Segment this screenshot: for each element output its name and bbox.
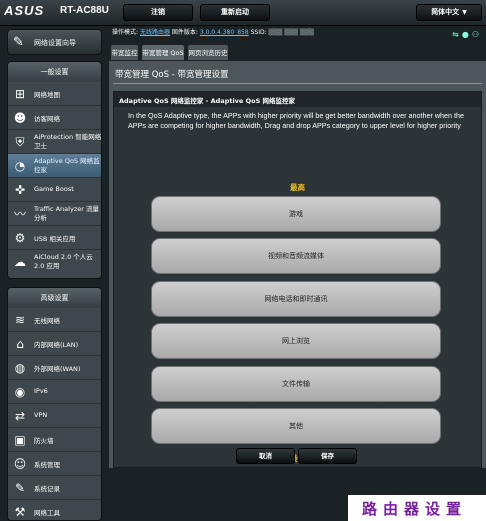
lock-icon[interactable]: ● [462,30,472,39]
cloud-icon: ☁ [14,255,26,269]
priority-item-gaming[interactable]: 游戏 [151,196,441,232]
general-settings-header: 一般设置 [8,62,101,82]
reboot-button[interactable]: 重新启动 [200,4,270,21]
tab-web-history[interactable]: 网页浏览历史 [187,44,229,61]
sidebar-item-ipv6[interactable]: ◉ IPv6 [8,380,101,404]
highest-priority-label: 最高 [290,183,305,192]
title-divider [113,83,482,84]
wand-icon: ✎ [13,35,24,50]
gamepad-icon: ✜ [14,183,26,197]
sidebar-item-system-log[interactable]: ✎ 系统记录 [8,476,101,500]
sidebar-item-label: Traffic Analyzer 流量分析 [34,205,99,222]
qos-priority-box: Adaptive QoS 网络监控家 - Adaptive QoS 网络监控家 … [113,91,482,468]
sidebar-item-aiprotection[interactable]: ⛨ AiProtection 智能网络卫士 [8,130,101,154]
vpn-icon: ⇄ [14,409,26,423]
admin-icon: ☺ [13,457,27,471]
wan-icon: ◍ [14,361,26,375]
firmware-value[interactable]: 3.0.0.4.380_858 [200,29,249,36]
shield-icon: ⛨ [15,135,25,149]
quick-setup-label: 网络设置向导 [34,39,76,47]
chevron-down-icon: ▼ [462,9,467,16]
log-icon: ✎ [14,481,26,495]
ipv6-icon: ◉ [14,385,26,399]
sidebar-item-wan[interactable]: ◍ 外部网络(WAN) [8,356,101,380]
sidebar-item-label: Game Boost [34,185,74,193]
brand-logo: ASUS [4,3,45,18]
sidebar-item-label: 访客网络 [34,115,60,123]
watermark-text: 路由器设置 [362,500,468,518]
advanced-settings-menu: 高级设置 ≋ 无线网络 ⌂ 内部网络(LAN) ◍ 外部网络(WAN) ◉ IP… [7,287,102,521]
language-label: 简体中文 [431,8,460,16]
guest-icon: ☻ [13,111,27,125]
watermark: 路由器设置 [348,495,486,521]
sidebar-item-label: 网络工具 [34,509,60,517]
sidebar-item-label: IPv6 [34,387,48,395]
sidebar-item-game-boost[interactable]: ✜ Game Boost [8,178,101,202]
sidebar-item-label: AiCloud 2.0 个人云 2.0 应用 [34,253,93,270]
sidebar-item-administration[interactable]: ☺ 系统管理 [8,452,101,476]
tools-icon: ⚒ [14,505,26,519]
general-settings-menu: 一般设置 ⊞ 网络地图 ☻ 访客网络 ⛨ AiProtection 智能网络卫士… [7,61,102,279]
sidebar-item-network-map[interactable]: ⊞ 网络地图 [8,82,101,106]
usb-status-icon[interactable]: ⚇ [472,30,482,39]
sidebar-item-wireless[interactable]: ≋ 无线网络 [8,308,101,332]
qos-box-title: Adaptive QoS 网络监控家 - Adaptive QoS 网络监控家 [119,97,296,105]
page-title: 带宽管理 QoS - 带宽管理设置 [115,70,229,80]
priority-item-voip[interactable]: 网络电话和即时通讯 [151,281,441,317]
quick-setup-button[interactable]: ✎ 网络设置向导 [7,29,102,55]
sidebar-item-vpn[interactable]: ⇄ VPN [8,404,101,428]
sidebar-item-traffic-analyzer[interactable]: 〰 Traffic Analyzer 流量分析 [8,202,101,226]
ssid-value: ▒▒▒ ▒▒▒ ▒▒▒ [268,29,314,36]
sidebar-item-label: 系统记录 [34,485,60,493]
tab-bandwidth-monitor[interactable]: 带宽监控 [110,44,139,61]
status-icons: ⇋●⚇ [452,28,482,42]
sidebar-item-label: 内部网络(LAN) [34,341,79,349]
sidebar-item-label: AiProtection 智能网络卫士 [34,133,102,150]
lan-icon: ⌂ [16,337,24,351]
logout-button[interactable]: 注销 [123,4,193,21]
sidebar-item-usb-apps[interactable]: ⚙ USB 相关应用 [8,226,101,250]
qos-description: In the QoS Adaptive type, the APPs with … [128,111,465,130]
language-select[interactable]: 简体中文 ▼ [416,4,482,21]
link-icon[interactable]: ⇋ [452,30,462,39]
sidebar-item-guest-network[interactable]: ☻ 访客网络 [8,106,101,130]
sidebar-item-adaptive-qos[interactable]: ◔ Adaptive QoS 网络监控家 [8,154,101,178]
sidebar-item-firewall[interactable]: ▣ 防火墙 [8,428,101,452]
action-bar: 取消 保存 [109,444,486,466]
sidebar-item-label: VPN [34,411,48,419]
sidebar-item-label: 外部网络(WAN) [34,365,81,373]
save-button[interactable]: 保存 [298,448,357,464]
priority-item-web-surfing[interactable]: 网上浏览 [151,323,441,359]
firmware-label: 固件版本: [171,29,198,36]
sidebar-item-label: 无线网络 [34,317,60,325]
priority-item-streaming[interactable]: 视频和音频流媒体 [151,238,441,274]
sidebar-item-aicloud[interactable]: ☁ AiCloud 2.0 个人云 2.0 应用 [8,250,101,274]
qos-icon: ◔ [14,159,26,173]
firewall-icon: ▣ [14,433,26,447]
ssid-label: SSID: [250,29,267,36]
tab-qos[interactable]: 带宽管理 QoS [141,44,185,61]
sidebar-item-label: 网络地图 [34,91,60,99]
top-bar: ASUS RT-AC88U 注销 重新启动 简体中文 ▼ [0,0,486,26]
mode-value[interactable]: 无线路由器 [140,29,170,36]
analyzer-icon: 〰 [13,207,26,221]
wifi-icon: ≋ [14,313,26,327]
main-panel: 带宽管理 QoS - 带宽管理设置 Adaptive QoS 网络监控家 - A… [109,61,486,468]
sidebar-item-lan[interactable]: ⌂ 内部网络(LAN) [8,332,101,356]
qos-box-header: Adaptive QoS 网络监控家 - Adaptive QoS 网络监控家 [114,92,481,107]
model-name: RT-AC88U [60,5,109,16]
cancel-button[interactable]: 取消 [236,448,295,464]
mode-label: 操作模式: [112,29,139,36]
usb-icon: ⚙ [14,231,26,245]
sidebar-item-label: 系统管理 [34,461,60,469]
sidebar-item-label: USB 相关应用 [34,235,76,243]
sidebar-item-label: 防火墙 [34,437,54,445]
map-icon: ⊞ [14,87,26,101]
status-line: 操作模式: 无线路由器 固件版本: 3.0.0.4.380_858 SSID: … [112,26,486,40]
advanced-settings-header: 高级设置 [8,288,101,308]
sidebar-item-label: Adaptive QoS 网络监控家 [34,157,100,174]
sidebar-item-network-tools[interactable]: ⚒ 网络工具 [8,500,101,521]
priority-item-others[interactable]: 其他 [151,408,441,444]
priority-item-file-transfer[interactable]: 文件传输 [151,366,441,402]
